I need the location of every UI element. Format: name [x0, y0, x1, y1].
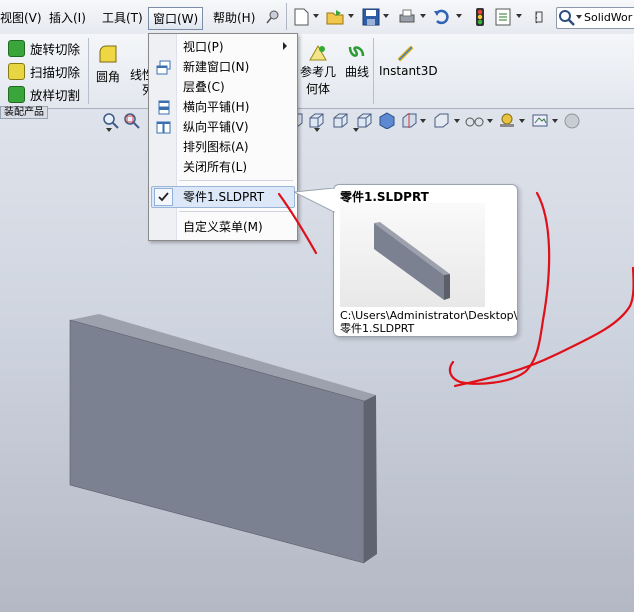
- menu-item-close-all[interactable]: 关闭所有(L): [183, 158, 247, 175]
- checkmark-box: [154, 188, 173, 206]
- separator: [373, 38, 374, 104]
- chevron-down-icon[interactable]: [487, 119, 493, 123]
- chevron-down-icon[interactable]: [519, 119, 525, 123]
- chevron-down-icon[interactable]: [454, 119, 460, 123]
- pin-icon[interactable]: [265, 9, 281, 25]
- graphics-area[interactable]: [0, 108, 634, 612]
- search-icon[interactable]: [558, 9, 576, 27]
- lofted-cut-button[interactable]: 放样切割: [8, 85, 80, 104]
- menu-window[interactable]: 窗口(W): [148, 7, 204, 30]
- hidden-lines-icon[interactable]: [331, 112, 348, 129]
- menu-item-tile-horizontal[interactable]: 横向平铺(H): [183, 98, 249, 115]
- menu-separator: [179, 180, 293, 181]
- revolved-cut-icon: [8, 40, 25, 57]
- undo-icon[interactable]: [433, 8, 451, 26]
- chevron-down-icon[interactable]: [313, 14, 319, 18]
- rebuild-traffic-light-icon[interactable]: [471, 8, 489, 26]
- scene-icon[interactable]: [498, 112, 515, 129]
- file-properties-icon[interactable]: [494, 8, 512, 26]
- reference-geometry-button[interactable]: 参考几 何体: [298, 44, 338, 97]
- hide-show-items-icon[interactable]: [432, 112, 449, 129]
- menu-tools[interactable]: 工具(T): [102, 9, 143, 26]
- print-icon[interactable]: [398, 8, 416, 26]
- chevron-down-icon[interactable]: [516, 14, 522, 18]
- instant3d-icon: [397, 45, 414, 62]
- new-document-icon[interactable]: [292, 8, 310, 26]
- chevron-down-icon[interactable]: [420, 14, 426, 18]
- revolved-cut-button[interactable]: 旋转切除: [8, 39, 80, 58]
- plate-side-face: [364, 395, 377, 563]
- separator: [88, 38, 89, 104]
- menu-view[interactable]: 视图(V): [0, 9, 42, 26]
- options-icon[interactable]: ⋮: [528, 8, 546, 26]
- tooltip-file-path: C:\Users\Administrator\Desktop\ 零件1.SLDP…: [340, 309, 518, 335]
- menu-item-arrange-icons[interactable]: 排列图标(A): [183, 138, 249, 155]
- curves-icon: [348, 46, 365, 57]
- menu-insert[interactable]: 插入(I): [49, 9, 86, 26]
- menu-item-cascade[interactable]: 层叠(C): [183, 78, 225, 95]
- menu-item-tile-vertical[interactable]: 纵向平铺(V): [183, 118, 249, 135]
- menu-separator: [179, 211, 293, 212]
- submenu-arrow-icon: [283, 42, 287, 50]
- window-menu: 视口(P) 新建窗口(N) 层叠(C) 横向平铺(H) 纵向平铺(V) 排列图标…: [148, 33, 298, 241]
- part-thumbnail: [340, 203, 485, 307]
- chevron-down-icon[interactable]: [420, 119, 426, 123]
- edit-appearance-icon[interactable]: [464, 112, 486, 129]
- view-settings-icon[interactable]: [531, 112, 548, 129]
- zoom-to-fit-icon[interactable]: [102, 112, 119, 129]
- menu-help[interactable]: 帮助(H): [213, 9, 255, 26]
- part-view: [69, 314, 377, 564]
- menu-item-new-window[interactable]: 新建窗口(N): [183, 58, 249, 75]
- fillet-button[interactable]: 圆角: [95, 44, 121, 85]
- search-input[interactable]: SolidWor: [584, 11, 632, 24]
- curves-button[interactable]: 曲线: [343, 44, 371, 80]
- tile-vertical-icon: [156, 121, 171, 134]
- panel-tab[interactable]: 装配产品: [0, 106, 48, 119]
- lofted-cut-icon: [8, 86, 25, 103]
- part-thumbnail-image: [374, 222, 450, 300]
- document-preview-tooltip: 零件1.SLDPRT C:\Users\Administrator\Deskto…: [333, 184, 518, 337]
- shaded-icon[interactable]: [378, 112, 395, 129]
- menu-bar: 视图(V) 插入(I) 工具(T) 窗口(W) 帮助(H) ⋮ SolidWor: [0, 0, 634, 35]
- wireframe-icon[interactable]: [355, 112, 372, 129]
- fillet-icon: [99, 45, 117, 63]
- menu-item-open-document[interactable]: 零件1.SLDPRT: [183, 188, 264, 205]
- open-folder-icon[interactable]: [326, 8, 344, 26]
- command-manager: 旋转切除 扫描切除 放样切割 圆角 线性 列 参考几 何体 曲线 Instant…: [0, 34, 634, 132]
- chevron-down-icon[interactable]: [348, 14, 354, 18]
- chevron-down-icon[interactable]: [552, 119, 558, 123]
- checkmark-icon: [158, 192, 169, 202]
- new-window-icon: [156, 60, 171, 75]
- swept-cut-button[interactable]: 扫描切除: [8, 62, 80, 81]
- reference-geometry-icon: [309, 44, 327, 61]
- display-style-icon[interactable]: [307, 112, 324, 129]
- chevron-down-icon[interactable]: [576, 15, 582, 19]
- section-view-icon[interactable]: [400, 112, 417, 129]
- chevron-down-icon[interactable]: [456, 14, 462, 18]
- menu-item-viewport[interactable]: 视口(P): [183, 38, 224, 55]
- save-icon[interactable]: [362, 8, 380, 26]
- swept-cut-icon: [8, 63, 25, 80]
- zoom-to-area-icon[interactable]: [123, 112, 140, 129]
- chevron-down-icon[interactable]: [383, 14, 389, 18]
- instant3d-button[interactable]: Instant3D: [379, 44, 438, 78]
- render-tools-icon[interactable]: [564, 112, 581, 129]
- tooltip-pointer: [294, 188, 336, 213]
- search-box[interactable]: SolidWor: [556, 7, 634, 29]
- menu-item-customize[interactable]: 自定义菜单(M): [183, 218, 263, 235]
- tile-horizontal-icon: [158, 100, 170, 115]
